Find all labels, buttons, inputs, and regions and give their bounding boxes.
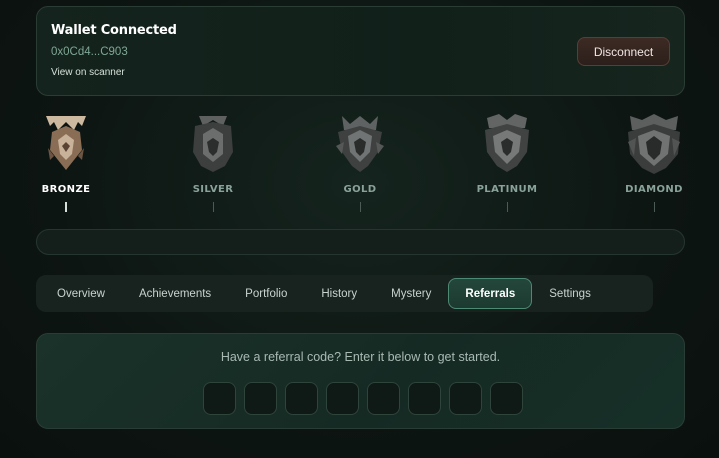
tab-mystery[interactable]: Mystery — [374, 278, 448, 309]
platinum-crest-icon — [485, 114, 529, 172]
profile-tabs: Overview Achievements Portfolio History … — [36, 275, 653, 312]
tier-name: SILVER — [192, 184, 234, 195]
tab-settings[interactable]: Settings — [532, 278, 608, 309]
tier-tick — [506, 202, 508, 212]
tier-platinum: PLATINUM — [467, 112, 547, 212]
referral-code-input — [203, 382, 523, 415]
code-digit-input[interactable] — [285, 382, 318, 415]
code-digit-input[interactable] — [490, 382, 523, 415]
code-digit-input[interactable] — [326, 382, 359, 415]
tier-tick — [212, 202, 214, 212]
tab-referrals[interactable]: Referrals — [448, 278, 533, 309]
tier-tick — [65, 202, 67, 212]
wallet-address: 0x0Cd4...C903 — [51, 46, 128, 58]
tab-history[interactable]: History — [304, 278, 374, 309]
tier-track: BRONZE SILVER GOLD PLATINUM DIAMOND — [30, 112, 700, 222]
tier-gold: GOLD — [320, 112, 400, 212]
tier-name: PLATINUM — [476, 184, 538, 195]
tab-overview[interactable]: Overview — [40, 278, 122, 309]
code-digit-input[interactable] — [203, 382, 236, 415]
tier-tick — [653, 202, 655, 212]
tier-diamond: DIAMOND — [614, 112, 694, 212]
code-digit-input[interactable] — [367, 382, 400, 415]
view-on-scanner-link[interactable]: View on scanner — [51, 67, 125, 78]
code-digit-input[interactable] — [244, 382, 277, 415]
tier-name: BRONZE — [41, 184, 91, 195]
silver-crest-icon — [193, 116, 233, 172]
wallet-card: Wallet Connected 0x0Cd4...C903 View on s… — [36, 6, 685, 96]
tab-achievements[interactable]: Achievements — [122, 278, 228, 309]
wallet-title: Wallet Connected — [51, 23, 177, 38]
tier-tick — [359, 202, 361, 212]
bronze-crest-icon — [46, 116, 86, 170]
disconnect-button[interactable]: Disconnect — [577, 37, 670, 66]
tier-name: GOLD — [343, 184, 377, 195]
gold-crest-icon — [336, 116, 384, 172]
code-digit-input[interactable] — [408, 382, 441, 415]
referral-card: Have a referral code? Enter it below to … — [36, 333, 685, 429]
tab-portfolio[interactable]: Portfolio — [228, 278, 304, 309]
tier-bronze: BRONZE — [26, 112, 106, 212]
diamond-crest-icon — [628, 114, 680, 174]
tier-progress-bar — [36, 229, 685, 255]
code-digit-input[interactable] — [449, 382, 482, 415]
tier-name: DIAMOND — [625, 184, 683, 195]
referral-prompt: Have a referral code? Enter it below to … — [220, 350, 501, 364]
tier-silver: SILVER — [173, 112, 253, 212]
